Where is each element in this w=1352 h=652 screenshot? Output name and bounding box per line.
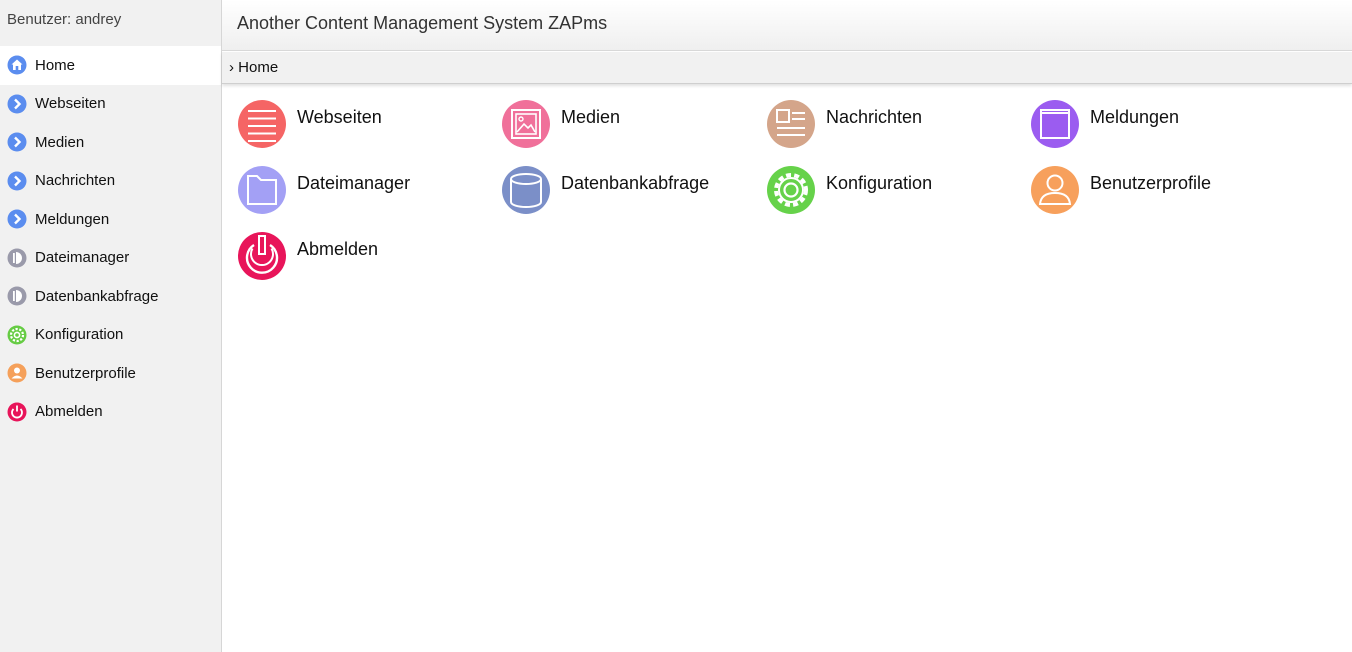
chevron-right-icon — [7, 209, 27, 229]
sidebar-item-konfiguration[interactable]: Konfiguration — [0, 316, 221, 355]
folder-icon — [238, 166, 286, 214]
sidebar-nav: Home Webseiten Medien Nachrichten Meldun… — [0, 46, 221, 431]
tile-label: Nachrichten — [826, 107, 923, 127]
breadcrumb-item-home[interactable]: › Home — [229, 59, 278, 76]
sidebar-item-label: Abmelden — [35, 403, 103, 421]
tile-datenbankabfrage[interactable]: Datenbankabfrage — [502, 166, 709, 214]
breadcrumb: › Home — [222, 52, 1352, 84]
sidebar-item-webseiten[interactable]: Webseiten — [0, 85, 221, 124]
sidebar-item-datenbankabfrage[interactable]: Datenbankabfrage — [0, 277, 221, 316]
sidebar-item-abmelden[interactable]: Abmelden — [0, 393, 221, 432]
power-icon — [7, 402, 27, 422]
news-icon — [767, 100, 815, 148]
sidebar-item-label: Webseiten — [35, 95, 106, 113]
database-icon — [502, 166, 550, 214]
tile-medien[interactable]: Medien — [502, 100, 620, 148]
user-icon — [1031, 166, 1079, 214]
page-title: Another Content Management System ZAPms — [237, 13, 608, 33]
tile-abmelden[interactable]: Abmelden — [238, 232, 378, 280]
tile-label: Datenbankabfrage — [561, 173, 710, 193]
sidebar: Benutzer: andrey Home Webseiten Medien N… — [0, 0, 222, 652]
chevron-right-icon — [7, 94, 27, 114]
tile-nachrichten[interactable]: Nachrichten — [767, 100, 922, 148]
tile-meldungen[interactable]: Meldungen — [1031, 100, 1179, 148]
window-icon — [1031, 100, 1079, 148]
tile-label: Benutzerprofile — [1090, 173, 1212, 193]
sidebar-item-label: Dateimanager — [35, 249, 130, 267]
chevron-right-icon — [7, 171, 27, 191]
sidebar-item-label: Nachrichten — [35, 172, 116, 190]
sidebar-item-medien[interactable]: Medien — [0, 123, 221, 162]
sidebar-item-label: Datenbankabfrage — [35, 287, 159, 305]
half-circle-icon — [7, 286, 27, 306]
gear-icon — [7, 325, 27, 345]
tile-label: Abmelden — [297, 239, 379, 259]
image-icon — [502, 100, 550, 148]
sidebar-item-home[interactable]: Home — [0, 46, 221, 85]
tile-label: Meldungen — [1090, 107, 1180, 127]
current-user-label: Benutzer: andrey — [7, 11, 122, 28]
sidebar-item-label: Medien — [35, 133, 85, 151]
sidebar-item-dateimanager[interactable]: Dateimanager — [0, 239, 221, 278]
power-icon — [238, 232, 286, 280]
chevron-right-icon — [7, 132, 27, 152]
sidebar-item-label: Benutzerprofile — [35, 364, 136, 382]
tile-label: Dateimanager — [297, 173, 411, 193]
gear-icon — [767, 166, 815, 214]
tile-konfiguration[interactable]: Konfiguration — [767, 166, 932, 214]
header: Another Content Management System ZAPms — [222, 0, 1352, 51]
sidebar-item-label: Home — [35, 56, 76, 74]
home-icon — [7, 55, 27, 75]
tile-webseiten[interactable]: Webseiten — [238, 100, 382, 148]
sidebar-item-benutzerprofile[interactable]: Benutzerprofile — [0, 354, 221, 393]
list-icon — [238, 100, 286, 148]
sidebar-item-label: Konfiguration — [35, 326, 124, 344]
tile-label: Webseiten — [297, 107, 382, 127]
tile-dateimanager[interactable]: Dateimanager — [238, 166, 410, 214]
tile-label: Konfiguration — [826, 173, 933, 193]
sidebar-item-nachrichten[interactable]: Nachrichten — [0, 162, 221, 201]
sidebar-item-meldungen[interactable]: Meldungen — [0, 200, 221, 239]
half-circle-icon — [7, 248, 27, 268]
tile-benutzerprofile[interactable]: Benutzerprofile — [1031, 166, 1211, 214]
sidebar-item-label: Meldungen — [35, 210, 110, 228]
user-icon — [7, 363, 27, 383]
tile-label: Medien — [561, 107, 621, 127]
